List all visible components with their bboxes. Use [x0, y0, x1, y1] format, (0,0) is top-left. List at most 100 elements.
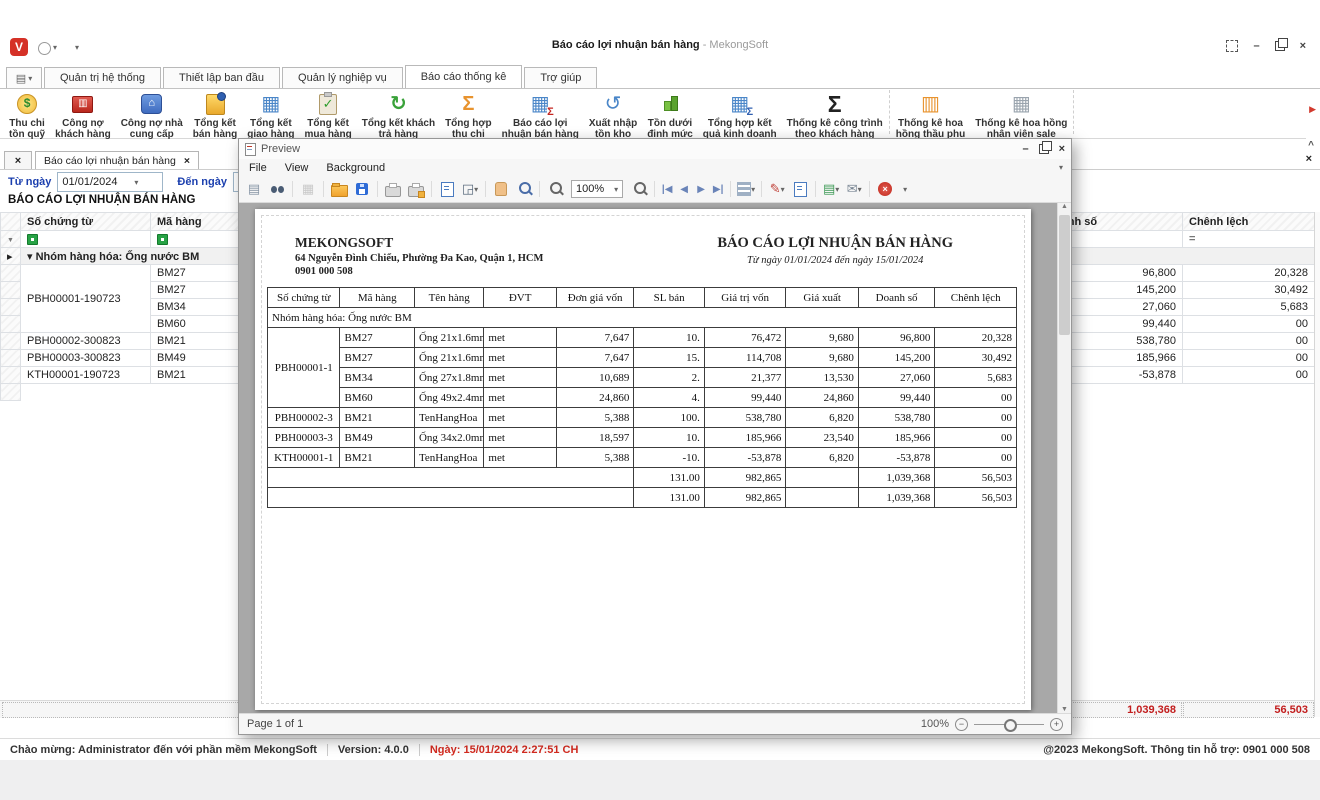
cell-so-chung-tu[interactable]: PBH00002-300823 [21, 333, 151, 350]
menu-tab-0[interactable]: Quản trị hệ thống [44, 67, 161, 88]
zoom-slider-knob[interactable] [1004, 719, 1017, 732]
fit-screen-icon[interactable] [1226, 40, 1238, 52]
ribbon-item-8[interactable]: ▦ΣBáo cáo lợinhuận bán hàng [502, 90, 579, 140]
minimize-button[interactable]: – [1253, 40, 1259, 52]
filter-cell[interactable] [21, 231, 151, 248]
preview-close-button[interactable]: × [1059, 143, 1065, 155]
grid-scrollbar[interactable] [1314, 212, 1320, 717]
menu-tab-1[interactable]: Thiết lập ban đầu [163, 67, 280, 88]
preview-menu-view[interactable]: View [285, 162, 309, 174]
close-button[interactable]: × [1300, 40, 1306, 52]
page-color-icon[interactable]: ✎▾ [767, 179, 787, 199]
hand-tool-icon[interactable] [491, 179, 511, 199]
zoom-slider-track[interactable] [974, 724, 1044, 725]
ribbon-item-4[interactable]: ▦Tổng kếtgiao hàng [247, 90, 294, 140]
grid-row-3[interactable]: 99,44000 [1041, 316, 1315, 333]
filter-panel-close-icon[interactable]: × [1306, 153, 1312, 165]
grid-row-6[interactable]: -53,87800 [1041, 367, 1315, 384]
quick-print-icon[interactable] [406, 179, 426, 199]
ribbon-item-5[interactable]: ✓Tổng kếtmua hàng [304, 90, 351, 140]
grid-row-0[interactable]: 96,80020,328 [1041, 265, 1315, 282]
magnifier-icon[interactable] [514, 179, 534, 199]
cell-chenh-lech[interactable]: 5,683 [1183, 299, 1315, 316]
page-setup-icon[interactable]: ▤ [244, 179, 264, 199]
cell-chenh-lech[interactable]: 00 [1183, 367, 1315, 384]
ribbon-item-7[interactable]: ΣTổng hợpthu chi [445, 90, 492, 140]
tab-close-icon[interactable]: × [184, 155, 190, 167]
toolbar-overflow-icon[interactable]: ▾ [898, 179, 912, 199]
scale-icon[interactable]: ◲▾ [460, 179, 480, 199]
open-file-icon[interactable] [329, 179, 349, 199]
cell-so-chung-tu[interactable]: KTH00001-190723 [21, 367, 151, 384]
grid-row-4[interactable]: 538,78000 [1041, 333, 1315, 350]
cell-chenh-lech[interactable]: 30,492 [1183, 282, 1315, 299]
zoom-out-icon[interactable] [545, 179, 565, 199]
ribbon-minimize-button[interactable]: ▤ ▾ [6, 67, 42, 88]
grid-row-1[interactable]: 145,20030,492 [1041, 282, 1315, 299]
next-page-icon[interactable]: ▶ [694, 179, 708, 199]
exit-preview-icon[interactable]: × [875, 179, 895, 199]
filter-cell[interactable]: = [1183, 231, 1315, 248]
preview-maximize-button[interactable] [1039, 144, 1049, 154]
ribbon-item-0[interactable]: $Thu chitồn quỹ [9, 90, 45, 140]
cell-chenh-lech[interactable]: 20,328 [1183, 265, 1315, 282]
ribbon-item-14[interactable]: ▦Thống kê hoa hồngnhân viên sale [975, 90, 1067, 140]
zoom-in-icon[interactable] [629, 179, 649, 199]
zoom-in-button[interactable]: + [1050, 718, 1063, 731]
ribbon-item-11[interactable]: ▦ΣTổng hợp kếtquả kinh doanh [703, 90, 777, 140]
save-icon[interactable] [352, 179, 372, 199]
print-icon[interactable] [383, 179, 403, 199]
menu-overflow-icon[interactable]: ▾ [1059, 163, 1063, 172]
cell-chenh-lech[interactable]: 00 [1183, 316, 1315, 333]
preview-menu-background[interactable]: Background [326, 162, 385, 174]
restore-button[interactable] [1275, 41, 1285, 51]
ribbon-item-12[interactable]: ΣThống kê công trìnhtheo khách hàng [787, 90, 883, 140]
col-header-chenh-lech[interactable]: Chênh lệch [1183, 213, 1315, 231]
header-footer-icon[interactable] [437, 179, 457, 199]
ribbon-item-13[interactable]: ▥Thống kê hoahồng thầu phụ [896, 90, 965, 140]
preview-title-bar[interactable]: Preview – × [239, 139, 1071, 159]
menu-tab-3[interactable]: Báo cáo thống kê [405, 65, 523, 88]
grid-sigma-red-wrap: ▦Σ [523, 90, 557, 118]
ribbon-item-3[interactable]: Tổng kếtbán hàng [193, 90, 237, 140]
zoom-out-button[interactable]: − [955, 718, 968, 731]
ribbon-item-6[interactable]: ↻Tổng kết kháchtrả hàng [362, 90, 435, 140]
cell-chenh-lech[interactable]: 00 [1183, 350, 1315, 367]
preview-scrollbar[interactable]: ▲ ▼ [1057, 203, 1071, 713]
scroll-down-icon[interactable]: ▼ [1061, 706, 1068, 713]
preview-minimize-button[interactable]: – [1022, 143, 1028, 155]
grid-row-2[interactable]: 27,0605,683 [1041, 299, 1315, 316]
label-line1: Báo cáo lợi [502, 118, 579, 129]
document-tab[interactable]: Báo cáo lợi nhuận bán hàng × [35, 151, 199, 169]
ribbon-item-10[interactable]: Tồn dướiđịnh mức [647, 90, 693, 140]
from-date-input[interactable]: 01/01/2024 ▾ [57, 172, 163, 192]
ribbon-item-9[interactable]: ↺Xuất nhậptồn kho [589, 90, 637, 140]
cell-so-chung-tu[interactable]: PBH00003-300823 [21, 350, 151, 367]
cell-so-chung-tu[interactable]: PBH00001-190723 [21, 265, 151, 333]
close-all-tabs-button[interactable]: × [4, 151, 32, 169]
equals-filter-icon[interactable]: = [1189, 233, 1195, 245]
menu-tab-4[interactable]: Trợ giúp [524, 67, 597, 88]
previous-page-icon[interactable]: ◀ [677, 179, 691, 199]
filter-type-icon[interactable] [27, 234, 38, 245]
col-header-so-chung-tu[interactable]: Số chứng từ [21, 213, 151, 231]
first-page-icon[interactable]: |◀ [660, 179, 674, 199]
ribbon-overflow-icon[interactable]: ▶ [1309, 104, 1316, 115]
menu-tab-2[interactable]: Quản lý nghiệp vụ [282, 67, 403, 88]
ribbon-item-2[interactable]: ⌂Công nợ nhàcung cấp [121, 90, 183, 140]
zoom-combo[interactable]: 100% ▾ [571, 180, 623, 198]
export-document-icon[interactable]: ▤▾ [821, 179, 841, 199]
scroll-up-icon[interactable]: ▲ [1061, 203, 1068, 210]
multiple-pages-icon[interactable]: ▾ [736, 179, 756, 199]
ribbon-item-1[interactable]: ▥Công nợkhách hàng [55, 90, 111, 140]
send-email-icon[interactable]: ✉▾ [844, 179, 864, 199]
watermark-icon[interactable] [790, 179, 810, 199]
results-grid-right[interactable]: Doanh sốChênh lệch=96,80020,328145,20030… [1040, 212, 1315, 384]
search-icon[interactable] [267, 179, 287, 199]
grid-row-5[interactable]: 185,96600 [1041, 350, 1315, 367]
filter-type-icon[interactable] [157, 234, 168, 245]
cell-chenh-lech[interactable]: 00 [1183, 333, 1315, 350]
preview-menu-file[interactable]: File [249, 162, 267, 174]
scrollbar-thumb[interactable] [1059, 215, 1070, 335]
last-page-icon[interactable]: ▶| [711, 179, 725, 199]
